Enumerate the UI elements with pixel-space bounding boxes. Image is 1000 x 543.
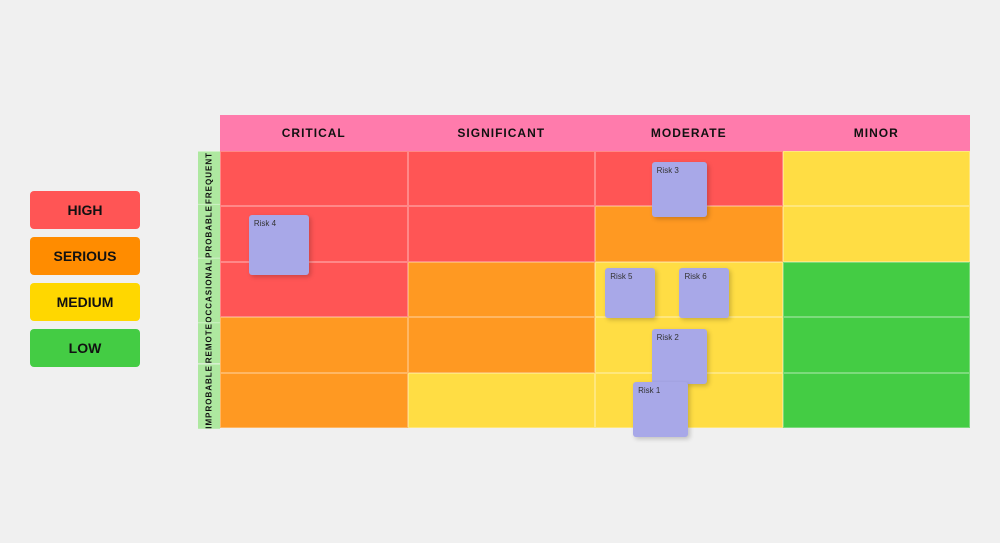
grid-cell: [408, 373, 596, 429]
grid-cell: [783, 317, 971, 373]
grid-cell: [783, 373, 971, 429]
grid-row: Risk 4: [220, 206, 970, 262]
row-label-remote: REMOTE: [198, 322, 220, 363]
grid-cell: [220, 317, 408, 373]
grid-cell: Risk 4: [220, 206, 408, 262]
grid-cell: [783, 262, 971, 318]
chart-area: FREQUENTPROBABLEOCCASIONALREMOTEIMPROBAB…: [170, 115, 970, 429]
sticky-note-risk-2: Risk 2: [652, 329, 707, 384]
grid-cell: [408, 262, 596, 318]
grid: CRITICALSIGNIFICANTMODERATEMINOR Risk 3R…: [220, 115, 970, 429]
grid-cell: Risk 3: [595, 151, 783, 207]
grid-cell: [220, 373, 408, 429]
grid-cell: [783, 206, 971, 262]
sticky-note-risk-4: Risk 4: [249, 215, 309, 275]
row-label-frequent: FREQUENT: [198, 151, 220, 204]
y-axis-container: [170, 115, 198, 429]
legend-serious: SERIOUS: [30, 237, 140, 275]
sticky-note-risk-6: Risk 6: [679, 268, 729, 318]
legend-low: LOW: [30, 329, 140, 367]
grid-with-labels: FREQUENTPROBABLEOCCASIONALREMOTEIMPROBAB…: [198, 115, 970, 429]
grid-cell: [783, 151, 971, 207]
grid-row: Risk 2: [220, 317, 970, 373]
row-label-probable: PROBABLE: [198, 204, 220, 258]
header-critical: CRITICAL: [220, 115, 408, 151]
row-labels: FREQUENTPROBABLEOCCASIONALREMOTEIMPROBAB…: [198, 151, 220, 429]
grid-cell: [408, 206, 596, 262]
legend-medium: MEDIUM: [30, 283, 140, 321]
legend: HIGH SERIOUS MEDIUM LOW: [30, 177, 150, 367]
grid-cell: [220, 151, 408, 207]
header-significant: SIGNIFICANT: [408, 115, 596, 151]
grid-row: Risk 3: [220, 151, 970, 207]
main-container: HIGH SERIOUS MEDIUM LOW FREQUENTPROBABLE…: [20, 95, 980, 449]
grid-cell: [408, 317, 596, 373]
sticky-note-risk-3: Risk 3: [652, 162, 707, 217]
grid-body: Risk 3Risk 4Risk 5Risk 6Risk 2Risk 1: [220, 151, 970, 429]
grid-row: Risk 1: [220, 373, 970, 429]
legend-high: HIGH: [30, 191, 140, 229]
sticky-note-risk-5: Risk 5: [605, 268, 655, 318]
row-label-improbable: IMPROBABLE: [198, 364, 220, 429]
row-label-occasional: OCCASIONAL: [198, 258, 220, 323]
header-minor: MINOR: [783, 115, 971, 151]
header-moderate: MODERATE: [595, 115, 783, 151]
sticky-note-risk-1: Risk 1: [633, 382, 688, 437]
chart-wrapper: FREQUENTPROBABLEOCCASIONALREMOTEIMPROBAB…: [170, 115, 970, 429]
grid-row: Risk 5 Risk 6: [220, 262, 970, 318]
header-row: CRITICALSIGNIFICANTMODERATEMINOR: [220, 115, 970, 151]
grid-cell: Risk 2: [595, 317, 783, 373]
grid-cell: [408, 151, 596, 207]
grid-cell: Risk 5 Risk 6: [595, 262, 783, 318]
